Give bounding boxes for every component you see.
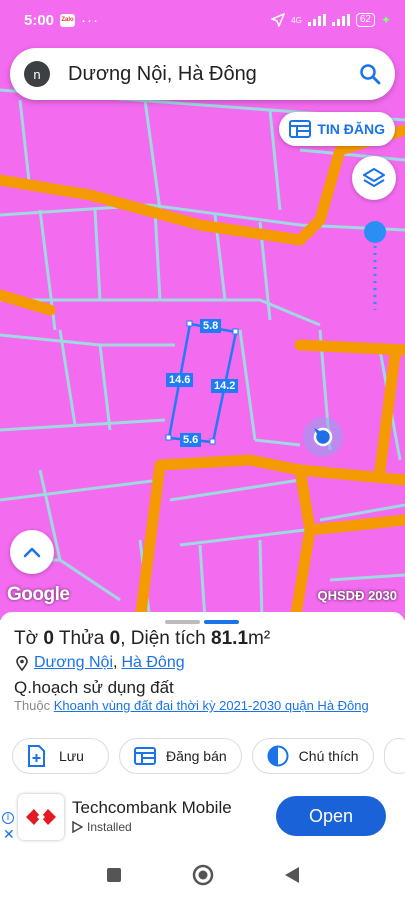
android-nav-bar (0, 850, 405, 900)
recents-icon[interactable] (106, 867, 122, 883)
zalo-icon: Zalo (60, 13, 76, 27)
my-location-marker (303, 417, 343, 457)
expand-sheet-button[interactable] (10, 530, 54, 574)
layers-button[interactable] (352, 156, 396, 200)
google-logo: Google (7, 584, 70, 605)
status-bar: 5:00 Zalo ··· 4G 62 ✦ (0, 0, 405, 40)
location-arrow-icon (271, 13, 286, 27)
legend-button[interactable]: Chú thích (251, 738, 374, 774)
back-icon[interactable] (284, 866, 300, 884)
signal-icon-2 (331, 14, 350, 26)
dang-ban-label: Đăng bán (165, 748, 227, 764)
listing-icon (289, 120, 312, 138)
signal-icon (307, 14, 326, 26)
parcel-dim-bottom: 5.6 (180, 433, 202, 447)
planning-source: Thuộc Khoanh vùng đất đai thời kỳ 2021-2… (14, 698, 369, 713)
play-store-icon (72, 821, 83, 833)
clock: 5:00 (24, 11, 55, 29)
parcel-dim-left: 14.6 (166, 373, 194, 387)
location-link-district[interactable]: Hà Đông (121, 654, 184, 672)
techcombank-logo (18, 794, 64, 840)
ad-banner[interactable]: i ✕ Techcombank Mobile Installed Open (0, 790, 405, 850)
legend-label: Chú thích (298, 748, 359, 764)
save-label: Lưu (59, 748, 84, 764)
layers-icon (363, 168, 385, 187)
info-sheet: Tờ 0 Thửa 0, Diện tích 81.1m² Dương Nội,… (0, 612, 405, 792)
search-input[interactable]: Dương Nội, Hà Đông (68, 63, 359, 86)
ad-open-button[interactable]: Open (276, 796, 386, 836)
tin-dang-label: TIN ĐĂNG (317, 121, 385, 137)
tin-dang-button[interactable]: TIN ĐĂNG (279, 112, 395, 146)
search-bar[interactable]: n Dương Nội, Hà Đông (10, 48, 395, 100)
layer-name: QHSDĐ 2030 (317, 588, 397, 603)
location-line: Dương Nội, Hà Đông (16, 654, 185, 672)
add-file-icon (28, 745, 45, 767)
screen: 5.8 14.6 14.2 5.6 5:00 Zalo ··· 4G 62 ✦ … (0, 0, 405, 900)
battery-indicator: 62 (355, 13, 375, 27)
parcel-title: Tờ 0 Thửa 0, Diện tích 81.1m² (14, 628, 271, 649)
save-button[interactable]: Lưu (12, 738, 109, 774)
contrast-icon (267, 745, 289, 767)
more-notifications-icon: ··· (81, 11, 100, 29)
location-link-ward[interactable]: Dương Nội (34, 654, 113, 672)
planning-source-link[interactable]: Khoanh vùng đất đai thời kỳ 2021-2030 qu… (54, 698, 369, 713)
home-icon[interactable] (192, 864, 214, 886)
network-type: 4G (291, 15, 302, 25)
parcel-dim-top: 5.8 (200, 319, 222, 333)
zoom-slider[interactable] (364, 221, 386, 310)
ad-install-status: Installed (72, 820, 132, 834)
chevron-up-icon (23, 547, 41, 558)
parcel-dim-right: 14.2 (211, 379, 239, 393)
search-icon[interactable] (359, 63, 381, 85)
more-actions-chip[interactable] (383, 738, 405, 774)
listing-icon (133, 747, 156, 765)
ad-close-icon[interactable]: ✕ (3, 826, 15, 843)
charging-icon: ✦ (380, 13, 391, 27)
planning-title: Q.hoạch sử dụng đất (14, 678, 174, 697)
dang-ban-button[interactable]: Đăng bán (118, 738, 242, 774)
action-bar: Lưu Đăng bán Chú thích (12, 738, 405, 774)
pin-icon (16, 655, 28, 671)
ad-app-name: Techcombank Mobile (72, 798, 232, 817)
avatar[interactable]: n (24, 61, 50, 87)
ad-info-icon[interactable]: i (2, 812, 14, 824)
sheet-handle[interactable] (165, 620, 239, 624)
